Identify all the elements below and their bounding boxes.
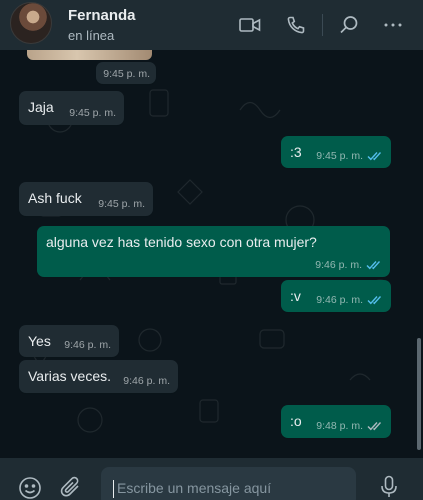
message-meta: 9:46 p. m. — [316, 294, 383, 306]
message-incoming[interactable]: 9:45 p. m. — [96, 62, 156, 84]
message-time: 9:45 p. m. — [69, 107, 116, 119]
message-time: 9:46 p. m. — [123, 375, 170, 387]
contact-info[interactable]: Fernanda en línea — [68, 7, 238, 44]
video-call-icon[interactable] — [238, 13, 262, 37]
message-time: 9:45 p. m. — [316, 150, 363, 162]
microphone-icon[interactable] — [380, 475, 398, 500]
message-outgoing[interactable]: alguna vez has tenido sexo con otra muje… — [37, 226, 390, 277]
message-meta: 9:45 p. m. — [316, 150, 383, 162]
message-text: :3 — [290, 144, 302, 160]
message-text: Yes — [28, 333, 51, 349]
composer-bar: Escribe un mensaje aquí — [0, 458, 423, 500]
attach-icon[interactable] — [60, 475, 82, 500]
message-input[interactable]: Escribe un mensaje aquí — [101, 467, 356, 500]
message-outgoing[interactable]: :v 9:46 p. m. — [281, 280, 391, 312]
chat-scrollbar[interactable] — [417, 338, 421, 450]
message-outgoing[interactable]: :3 9:45 p. m. — [281, 136, 391, 168]
read-receipt-icon — [367, 152, 382, 161]
image-message-thumbnail[interactable] — [27, 50, 152, 60]
contact-name: Fernanda — [68, 6, 136, 24]
message-text: Jaja — [28, 99, 54, 115]
message-input-placeholder: Escribe un mensaje aquí — [117, 480, 272, 496]
message-outgoing[interactable]: :o 9:48 p. m. — [281, 405, 391, 438]
message-text: :v — [290, 288, 301, 304]
message-text: :o — [290, 413, 302, 429]
text-caret — [113, 480, 114, 498]
search-icon[interactable] — [337, 13, 361, 37]
message-meta: 9:48 p. m. — [316, 420, 383, 432]
read-receipt-icon — [366, 261, 381, 270]
contact-status: en línea — [68, 27, 115, 43]
chat-area[interactable]: 9:45 p. m. Jaja 9:45 p. m. :3 9:45 p. m.… — [0, 50, 423, 458]
message-time: 9:46 p. m. — [315, 259, 362, 271]
emoji-icon[interactable] — [18, 476, 42, 500]
avatar[interactable] — [10, 2, 52, 44]
header-divider — [322, 14, 323, 36]
header-actions — [238, 13, 405, 37]
message-incoming[interactable]: Yes 9:46 p. m. — [19, 325, 119, 357]
read-receipt-icon — [367, 296, 382, 305]
voice-call-icon[interactable] — [284, 13, 308, 37]
chat-header: Fernanda en línea — [0, 0, 423, 50]
message-text: Varias veces. — [28, 368, 111, 384]
message-time: 9:45 p. m. — [98, 198, 145, 210]
message-text: Ash fuck — [28, 190, 82, 206]
message-incoming[interactable]: Varias veces. 9:46 p. m. — [19, 360, 178, 393]
message-meta: 9:46 p. m. — [315, 259, 382, 271]
message-time: 9:48 p. m. — [316, 420, 363, 432]
message-incoming[interactable]: Ash fuck 9:45 p. m. — [19, 182, 153, 216]
message-text: alguna vez has tenido sexo con otra muje… — [46, 234, 317, 250]
menu-icon[interactable] — [381, 13, 405, 37]
message-incoming[interactable]: Jaja 9:45 p. m. — [19, 91, 124, 125]
message-time: 9:45 p. m. — [103, 68, 150, 80]
read-receipt-icon — [367, 422, 382, 431]
message-time: 9:46 p. m. — [316, 294, 363, 306]
message-time: 9:46 p. m. — [64, 339, 111, 351]
